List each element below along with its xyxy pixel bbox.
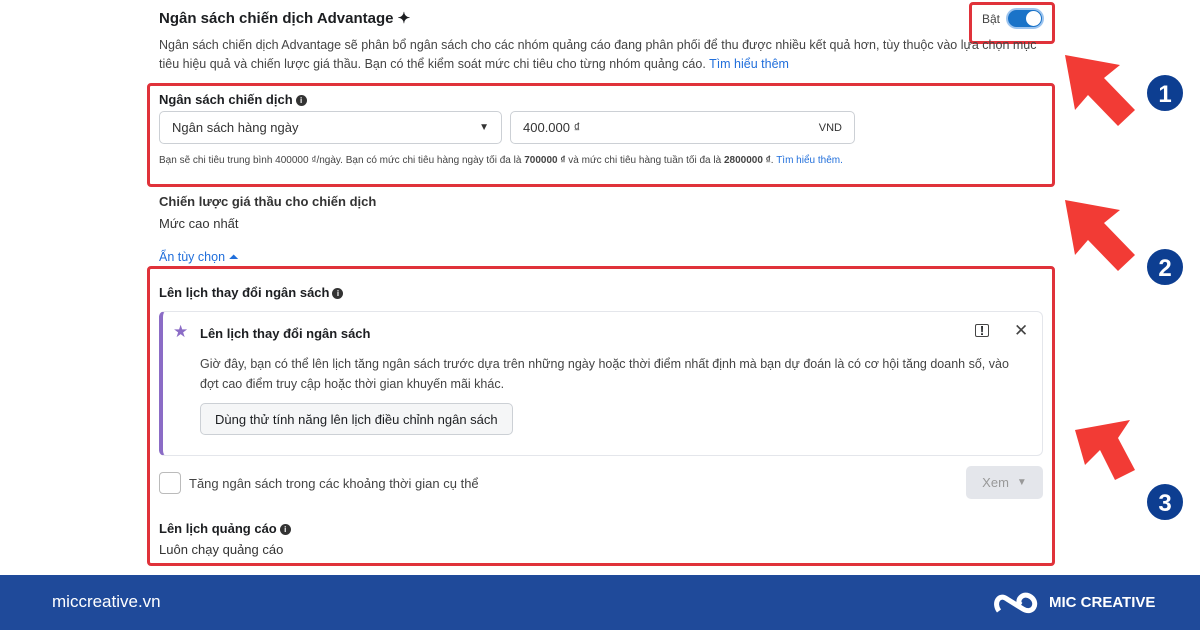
bid-label: Chiến lược giá thầu cho chiến dịch bbox=[159, 194, 377, 209]
logo-icon bbox=[994, 592, 1038, 613]
arrow-icon bbox=[1065, 55, 1135, 126]
card-title: Lên lịch thay đổi ngân sách bbox=[200, 326, 371, 341]
schedule-card: ★ Lên lịch thay đổi ngân sách ! ✕ Giờ đâ… bbox=[159, 311, 1043, 456]
try-schedule-button[interactable]: Dùng thử tính năng lên lịch điều chỉnh n… bbox=[200, 403, 513, 435]
info-icon: i bbox=[295, 95, 307, 106]
annotation-1: 1 bbox=[1145, 73, 1185, 113]
info-icon: i bbox=[332, 288, 344, 299]
checkbox-label: Tăng ngân sách trong các khoảng thời gia… bbox=[189, 476, 479, 491]
schedule-label: Lên lịch thay đổi ngân sách i bbox=[159, 285, 344, 300]
increase-budget-checkbox[interactable] bbox=[159, 472, 181, 494]
advantage-description: Ngân sách chiến dịch Advantage sẽ phân b… bbox=[159, 38, 1037, 71]
advantage-title: Ngân sách chiến dịch Advantage ✦ bbox=[159, 10, 411, 27]
footer-site: miccreative.vn bbox=[52, 592, 161, 611]
arrow-icon bbox=[1065, 200, 1135, 271]
ad-schedule-value: Luôn chạy quảng cáo bbox=[159, 542, 284, 557]
footer: miccreative.vn MIC CREATIVE bbox=[0, 575, 1200, 630]
close-icon[interactable]: ✕ bbox=[1014, 321, 1028, 341]
ad-schedule-label: Lên lịch quảng cáo i bbox=[159, 521, 291, 536]
annotation-2: 2 bbox=[1145, 247, 1185, 287]
budget-amount-input[interactable]: 400.000 ₫ VND bbox=[510, 111, 855, 144]
bid-value: Mức cao nhất bbox=[159, 216, 239, 231]
budget-note: Bạn sẽ chi tiêu trung bình 400000 ₫/ngày… bbox=[159, 155, 843, 166]
chevron-down-icon: ▼ bbox=[479, 122, 489, 133]
star-icon: ★ bbox=[173, 322, 189, 341]
annotation-arrows bbox=[1065, 55, 1135, 480]
feedback-icon[interactable]: ! bbox=[975, 324, 989, 337]
budget-type-select[interactable]: Ngân sách hàng ngày ▼ bbox=[159, 111, 502, 144]
view-button[interactable]: Xem ▼ bbox=[966, 466, 1043, 499]
info-icon: i bbox=[279, 524, 291, 535]
hide-options-link[interactable]: Ẩn tùy chọn ⏶ bbox=[159, 250, 239, 265]
learn-more-link[interactable]: Tìm hiểu thêm bbox=[709, 57, 789, 71]
budget-learn-more-link[interactable]: Tìm hiểu thêm. bbox=[776, 155, 843, 166]
arrow-icon bbox=[1075, 420, 1135, 480]
footer-brand: MIC CREATIVE bbox=[1049, 594, 1156, 611]
annotation-3: 3 bbox=[1145, 482, 1185, 522]
card-body: Giờ đây, bạn có thể lên lịch tăng ngân s… bbox=[200, 357, 1009, 391]
budget-label: Ngân sách chiến dịch i bbox=[159, 92, 307, 107]
